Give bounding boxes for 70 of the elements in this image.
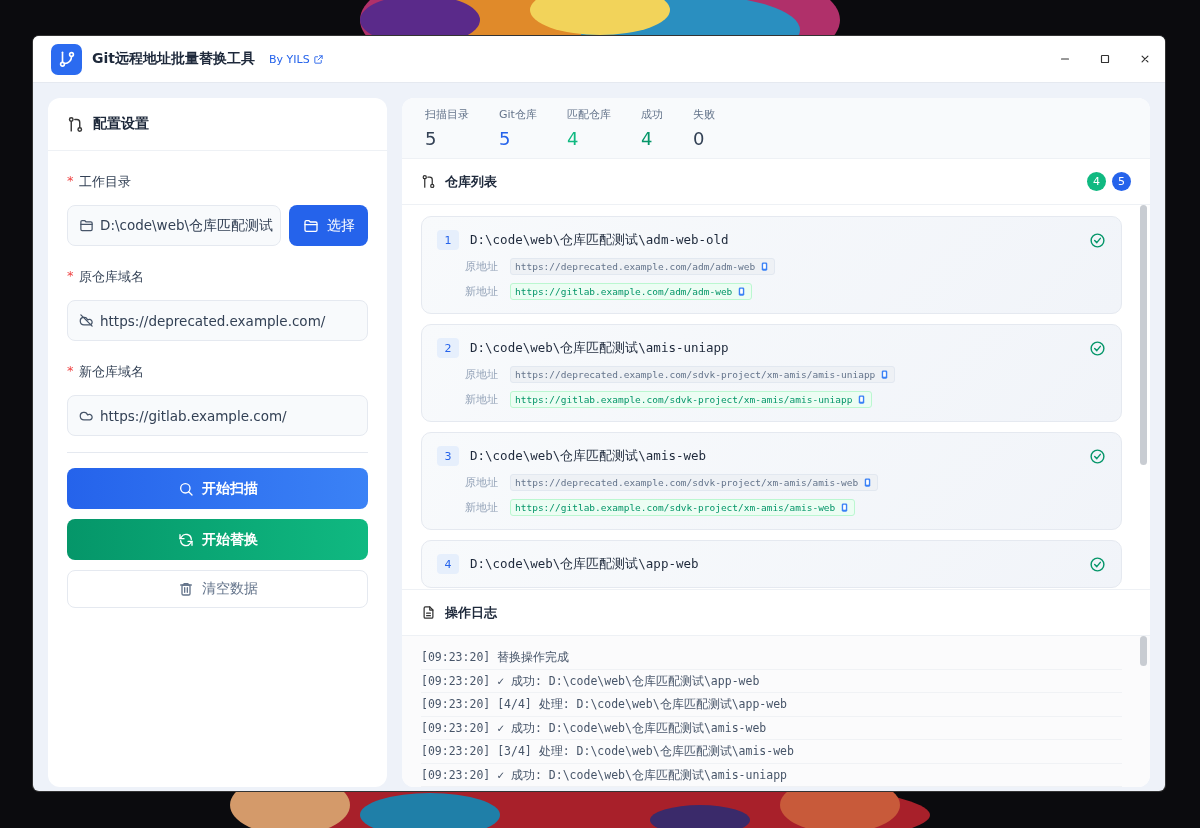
repo-path: D:\code\web\仓库匹配测试\amis-uniapp bbox=[470, 339, 729, 357]
branch-icon bbox=[421, 174, 436, 189]
url-label: 新地址 bbox=[465, 500, 498, 515]
index-label: 2 bbox=[437, 338, 459, 358]
log-line: [09:23:20] [4/4] 处理: D:\code\web\仓库匹配测试\app-web bbox=[421, 693, 1122, 717]
panel-title: 配置设置 bbox=[93, 115, 149, 133]
required-mark: * bbox=[67, 363, 74, 380]
log-line: [09:23:20] 替换操作完成 bbox=[421, 646, 1122, 670]
count-badge: 4 bbox=[1087, 172, 1106, 191]
url-label: 原地址 bbox=[465, 259, 498, 274]
stat-label: 成功 bbox=[640, 107, 663, 122]
url-label: 新地址 bbox=[465, 284, 498, 299]
section-title: 仓库列表 bbox=[445, 172, 497, 191]
external-link-icon bbox=[312, 53, 324, 65]
stat-label: 失败 bbox=[692, 107, 715, 122]
index-label: 3 bbox=[437, 446, 459, 466]
stat-value: 4 bbox=[640, 128, 654, 149]
refresh-icon bbox=[177, 531, 194, 548]
repo-path: D:\code\web\仓库匹配测试\amis-web bbox=[470, 447, 707, 465]
maximize-icon bbox=[1098, 52, 1112, 66]
url-label: 新地址 bbox=[465, 392, 498, 407]
stat-label: 扫描目录 bbox=[425, 107, 469, 122]
stat-value: 5 bbox=[499, 128, 512, 149]
log-line: [09:23:20] ✓ 成功: D:\code\web\仓库匹配测试\app-web bbox=[421, 669, 1122, 693]
folder-icon bbox=[79, 218, 94, 233]
clear-button[interactable]: 清空数据 bbox=[67, 570, 368, 608]
old-url: https://deprecated.example.com/adm/adm-web bbox=[510, 258, 776, 275]
old-url: https://deprecated.example.com/sdvk-project/xm-amis/amis-uniapp bbox=[510, 366, 896, 383]
index-label: 1 bbox=[437, 230, 459, 250]
folder-icon bbox=[302, 217, 319, 234]
stat-value: 0 bbox=[692, 128, 706, 149]
stat-label: Git仓库 bbox=[499, 107, 537, 122]
select-button[interactable]: 选择 bbox=[289, 205, 368, 246]
cloud-off-icon bbox=[79, 313, 94, 328]
log-line: [09:23:20] ✓ 成功: D:\code\web\仓库匹配测试\amis-web bbox=[421, 716, 1122, 740]
input-field[interactable]: https://gitlab.example.com/ bbox=[67, 395, 368, 436]
new-url: https://gitlab.example.com/sdvk-project/xm-amis/amis-web bbox=[510, 499, 856, 516]
log-line: [09:23:20] ✓ 成功: D:\code\web\仓库匹配测试\amis-uniapp bbox=[421, 763, 1122, 787]
scan-button[interactable]: 开始扫描 bbox=[67, 468, 368, 509]
url-label: 原地址 bbox=[465, 367, 498, 382]
section-title: 操作日志 bbox=[445, 603, 497, 622]
scrollbar[interactable] bbox=[1140, 205, 1147, 465]
field-label: 工作目录 bbox=[78, 173, 131, 191]
repo-path: D:\code\web\仓库匹配测试\adm-web-old bbox=[470, 231, 729, 249]
required-mark: * bbox=[67, 268, 74, 285]
input-field[interactable]: https://deprecated.example.com/ bbox=[67, 300, 368, 341]
scrollbar[interactable] bbox=[1140, 636, 1147, 666]
count-badge: 5 bbox=[1112, 172, 1131, 191]
stat-label: 匹配仓库 bbox=[566, 107, 611, 122]
field-label: 原仓库域名 bbox=[78, 268, 144, 286]
search-icon bbox=[177, 480, 194, 497]
window-title: Git远程地址批量替换工具 bbox=[92, 50, 255, 68]
new-url: https://gitlab.example.com/adm/adm-web bbox=[510, 283, 753, 300]
branch-icon bbox=[67, 115, 84, 133]
replace-button[interactable]: 开始替换 bbox=[67, 519, 368, 560]
log-line: [09:23:20] [3/4] 处理: D:\code\web\仓库匹配测试\amis-web bbox=[421, 740, 1122, 764]
trash-icon bbox=[177, 581, 194, 597]
index-label: 4 bbox=[437, 554, 459, 574]
document-icon bbox=[421, 605, 436, 620]
branch-icon bbox=[51, 43, 82, 75]
old-url: https://deprecated.example.com/sdvk-project/xm-amis/amis-web bbox=[510, 474, 879, 491]
url-label: 原地址 bbox=[465, 475, 498, 490]
new-url: https://gitlab.example.com/sdvk-project/xm-amis/amis-uniapp bbox=[510, 391, 873, 408]
required-mark: * bbox=[67, 173, 74, 190]
field-label: 新仓库域名 bbox=[78, 363, 144, 381]
repo-path: D:\code\web\仓库匹配测试\app-web bbox=[470, 555, 699, 573]
stat-value: 5 bbox=[425, 128, 438, 149]
author-link[interactable]: By YILS bbox=[269, 52, 324, 66]
input-field[interactable]: D:\code\web\仓库匹配测试 bbox=[67, 205, 281, 246]
stat-value: 4 bbox=[566, 128, 580, 149]
